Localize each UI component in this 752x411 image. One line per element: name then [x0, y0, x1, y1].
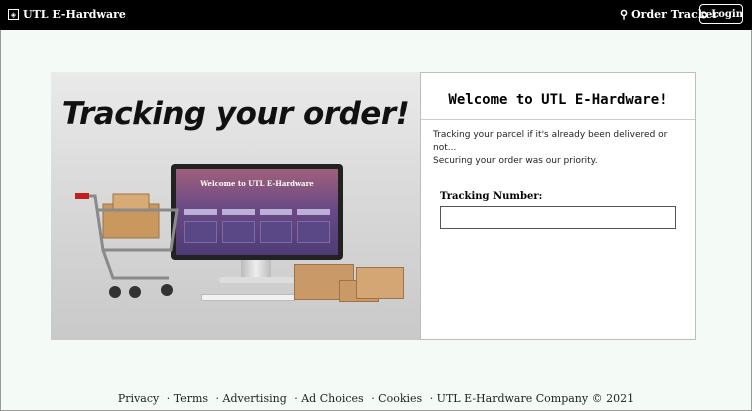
footer-terms-link[interactable]: · Terms	[167, 392, 208, 405]
search-icon: ⚲	[620, 8, 629, 21]
hero-headline: Tracking your order!	[61, 96, 410, 132]
tracking-panel: Welcome to UTL E-Hardware! Tracking your…	[420, 72, 696, 340]
footer: Privacy · Terms · Advertising · Ad Choic…	[0, 392, 752, 405]
monitor-illustration: Welcome to UTL E-Hardware	[171, 164, 343, 260]
monitor-card-row	[184, 221, 330, 243]
footer-cookies-link[interactable]: · Cookies	[371, 392, 422, 405]
monitor-screen-title: Welcome to UTL E-Hardware	[200, 179, 314, 188]
login-icon: ➲	[699, 7, 709, 21]
footer-ad-choices-link[interactable]: · Ad Choices	[294, 392, 363, 405]
description-line-1: Tracking your parcel if it's already bee…	[433, 130, 668, 153]
panel-description: Tracking your parcel if it's already bee…	[433, 129, 689, 168]
footer-privacy-link[interactable]: Privacy	[118, 392, 159, 405]
description-line-2: Securing your order was our priority.	[433, 156, 598, 166]
footer-advertising-link[interactable]: · Advertising	[216, 392, 287, 405]
shopping-cart-illustration	[75, 193, 179, 298]
hero-image: Tracking your order! Welcome to UTL E-Ha…	[51, 72, 420, 340]
monitor-screen: Welcome to UTL E-Hardware	[176, 169, 338, 255]
monitor-tab-row	[184, 209, 330, 215]
top-navbar: ◈ UTL E-Hardware ⚲ Order Tracker ➲ Login	[0, 0, 752, 30]
welcome-heading: Welcome to UTL E-Hardware!	[448, 92, 668, 108]
monitor-base	[219, 277, 295, 283]
footer-copyright: · UTL E-Hardware Company © 2021	[429, 392, 635, 405]
brand-link[interactable]: ◈ UTL E-Hardware	[8, 8, 126, 21]
cube-logo-icon: ◈	[8, 9, 19, 20]
brand-name: UTL E-Hardware	[23, 8, 126, 21]
login-button[interactable]: ➲ Login	[699, 4, 743, 24]
tracking-number-label: Tracking Number:	[440, 191, 543, 202]
divider	[421, 119, 695, 120]
login-label: Login	[711, 8, 743, 20]
parcel-box	[356, 267, 404, 299]
monitor-stand	[241, 260, 271, 278]
tracking-number-input[interactable]	[440, 206, 676, 229]
keyboard-illustration	[201, 294, 295, 301]
